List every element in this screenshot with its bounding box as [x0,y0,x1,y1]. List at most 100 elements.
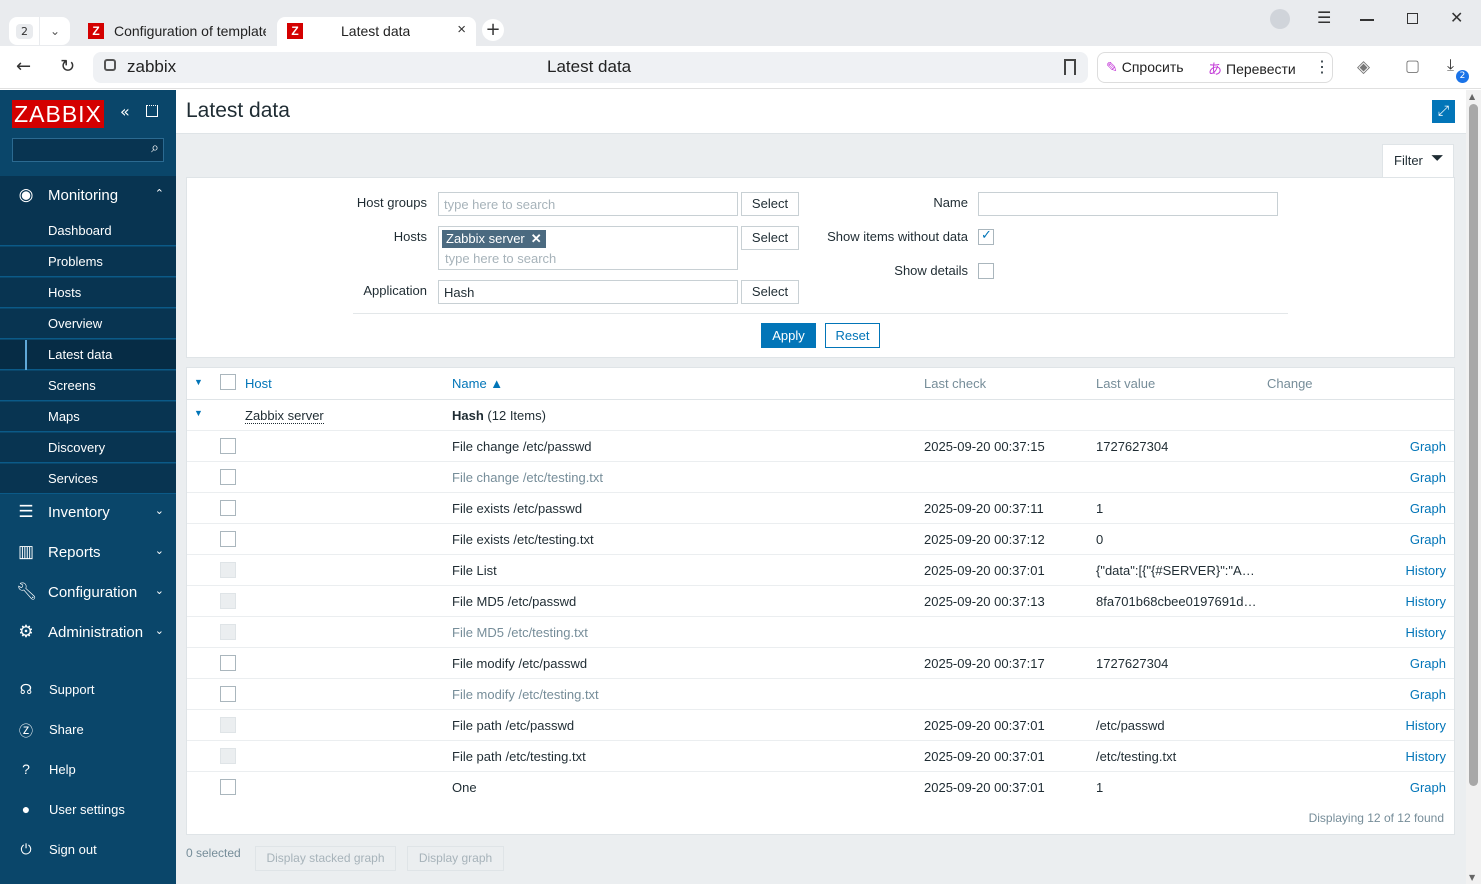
chevron-down-icon: ⌄ [154,585,164,597]
security-icon[interactable]: ▢ [1405,56,1420,75]
column-header-name[interactable]: Name ▲ [452,376,503,391]
ask-button[interactable]: ✎ Спросить [1106,59,1184,76]
sidebar-item-overview[interactable]: Overview [0,309,176,339]
sidebar-help[interactable]: ? Help [0,750,176,790]
bookmark-icon[interactable] [1064,59,1076,75]
download-icon[interactable]: ⤓ [1447,55,1454,75]
sidebar-share[interactable]: Ⓩ Share [0,710,176,750]
name-input[interactable] [978,192,1278,216]
extension-icon[interactable]: ◈ [1357,57,1370,77]
row-checkbox[interactable] [220,655,236,671]
item-graph-link[interactable]: Graph [1376,501,1446,516]
search-icon[interactable]: ⌕ [151,140,159,156]
url-field[interactable]: zabbix Latest data [93,52,1088,83]
autohide-sidebar-icon[interactable] [146,105,158,117]
item-history-link[interactable]: History [1376,749,1446,764]
display-stacked-graph-button[interactable]: Display stacked graph [255,846,396,871]
item-graph-link[interactable]: Graph [1376,687,1446,702]
row-checkbox[interactable] [220,531,236,547]
tabs-dropdown-icon[interactable]: ⌄ [40,17,70,45]
host-link[interactable]: Zabbix server [245,408,324,424]
collapse-group-icon[interactable]: ▼ [194,408,203,418]
item-history-link[interactable]: History [1376,625,1446,640]
translate-icon: あ [1208,61,1222,77]
scroll-down-icon[interactable]: ▼ [1469,873,1475,882]
menu-icon[interactable]: ☰ [1317,8,1331,27]
sidebar-item-latest-data[interactable]: Latest data [0,340,176,370]
sidebar-item-dashboard[interactable]: Dashboard [0,216,176,246]
row-checkbox[interactable] [220,469,236,485]
browser-tab-configuration[interactable]: Z Configuration of template [78,17,274,46]
sidebar-user-settings[interactable]: ● User settings [0,790,176,830]
sidebar-search-input[interactable]: ⌕ [12,138,164,162]
scroll-up-icon[interactable]: ▲ [1469,92,1475,101]
more-icon[interactable]: ⋮ [1314,57,1330,77]
minimize-icon[interactable] [1360,19,1374,21]
menu-inventory[interactable]: ☰ Inventory ⌄ [0,493,176,533]
new-tab-icon[interactable]: + [482,19,504,41]
scrollbar-thumb[interactable] [1469,104,1478,786]
collapse-sidebar-icon[interactable]: « [120,102,130,121]
sidebar-item-discovery[interactable]: Discovery [0,433,176,463]
tab-count-label: 2 [16,24,33,39]
page-scrollbar[interactable]: ▲ ▼ [1466,90,1481,884]
hosts-search-input[interactable]: type here to search [445,251,556,266]
apply-button[interactable]: Apply [761,323,816,348]
sidebar-item-screens[interactable]: Screens [0,371,176,401]
show-without-data-checkbox[interactable] [978,228,994,245]
item-history-link[interactable]: History [1376,563,1446,578]
menu-configuration[interactable]: 🔧︎ Configuration ⌄ [0,573,176,613]
translate-button[interactable]: あ Перевести [1208,59,1296,79]
close-tab-icon[interactable]: × [457,21,466,38]
item-graph-link[interactable]: Graph [1376,439,1446,454]
fullscreen-icon[interactable]: ⤢ [1432,100,1455,123]
hosts-multiselect[interactable]: Zabbix server ✕ type here to search [438,226,738,270]
table-row: File change /etc/passwd 2025-09-20 00:37:… [187,430,1454,461]
host-groups-input[interactable]: type here to search [438,192,738,216]
row-checkbox[interactable] [220,717,236,733]
item-graph-link[interactable]: Graph [1376,470,1446,485]
sidebar-item-maps[interactable]: Maps [0,402,176,432]
column-header-host[interactable]: Host [245,376,272,391]
close-window-icon[interactable]: ✕ [1450,8,1463,27]
application-label: Hash [452,408,484,423]
reload-icon[interactable]: ↻ [60,56,75,77]
menu-reports[interactable]: ▥ Reports ⌄ [0,533,176,573]
reset-button[interactable]: Reset [825,323,880,348]
collapse-all-icon[interactable]: ▼ [194,377,203,387]
host-groups-select-button[interactable]: Select [741,192,799,216]
item-history-link[interactable]: History [1376,594,1446,609]
menu-monitoring[interactable]: ◉ Monitoring ⌃ [0,176,176,216]
profile-avatar-icon[interactable] [1270,9,1290,29]
zabbix-logo[interactable]: ZABBIX [12,100,104,128]
remove-chip-icon[interactable]: ✕ [531,231,542,246]
maximize-icon[interactable] [1407,13,1418,24]
row-checkbox[interactable] [220,500,236,516]
sidebar-sign-out[interactable]: ⏻ Sign out [0,830,176,870]
show-details-checkbox[interactable] [978,263,994,279]
item-history-link[interactable]: History [1376,718,1446,733]
display-graph-button[interactable]: Display graph [407,846,504,871]
row-checkbox[interactable] [220,438,236,454]
row-checkbox[interactable] [220,748,236,764]
item-graph-link[interactable]: Graph [1376,656,1446,671]
sidebar-item-problems[interactable]: Problems [0,247,176,277]
filter-tab[interactable]: Filter ⏷ [1382,144,1454,178]
application-select-button[interactable]: Select [741,280,799,304]
sidebar-support[interactable]: ☊ Support [0,670,176,710]
back-icon[interactable]: ← [16,56,31,77]
sidebar-item-services[interactable]: Services [0,464,176,494]
row-checkbox[interactable] [220,562,236,578]
row-checkbox[interactable] [220,624,236,640]
menu-administration[interactable]: ⚙ Administration ⌄ [0,613,176,653]
tab-counter[interactable]: 2 [9,17,39,45]
sidebar-item-hosts[interactable]: Hosts [0,278,176,308]
browser-tab-latest-data[interactable]: Z Latest data × [277,17,476,46]
select-all-checkbox[interactable] [220,374,236,390]
row-checkbox[interactable] [220,593,236,609]
application-input[interactable]: Hash [438,280,738,304]
item-graph-link[interactable]: Graph [1376,780,1446,795]
item-graph-link[interactable]: Graph [1376,532,1446,547]
row-checkbox[interactable] [220,779,236,795]
row-checkbox[interactable] [220,686,236,702]
